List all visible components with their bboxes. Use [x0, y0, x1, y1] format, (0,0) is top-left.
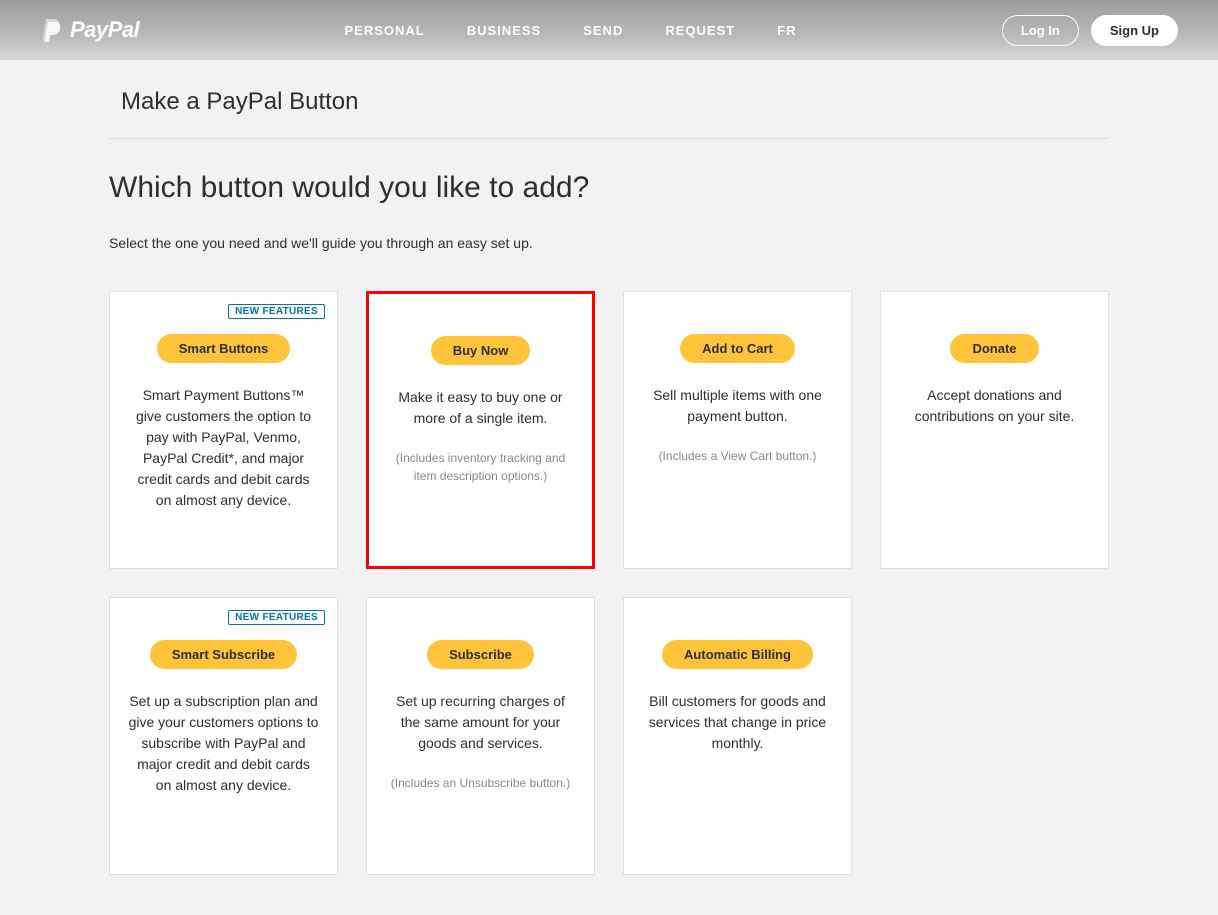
- page-subtext: Select the one you need and we'll guide …: [109, 235, 1109, 251]
- card-smart-buttons[interactable]: NEW FEATURES Smart Buttons Smart Payment…: [109, 291, 338, 569]
- card-donate[interactable]: Donate Accept donations and contribution…: [880, 291, 1109, 569]
- page-question: Which button would you like to add?: [109, 171, 1109, 205]
- new-features-badge: NEW FEATURES: [228, 304, 325, 319]
- nav-business[interactable]: BUSINESS: [467, 23, 541, 38]
- card-desc: Smart Payment Buttons™ give customers th…: [128, 385, 319, 511]
- card-desc: Accept donations and contributions on yo…: [899, 385, 1090, 427]
- nav-links: PERSONAL BUSINESS SEND REQUEST FR: [345, 23, 797, 38]
- pill-donate: Donate: [950, 334, 1038, 363]
- brand-name: PayPal: [70, 17, 139, 43]
- card-add-to-cart[interactable]: Add to Cart Sell multiple items with one…: [623, 291, 852, 569]
- brand-logo[interactable]: PayPal: [40, 17, 139, 43]
- nav-send[interactable]: SEND: [583, 23, 623, 38]
- card-desc: Set up a subscription plan and give your…: [128, 691, 319, 796]
- nav-fr[interactable]: FR: [777, 23, 796, 38]
- auth-buttons: Log In Sign Up: [1002, 15, 1178, 46]
- divider: [109, 138, 1109, 139]
- card-automatic-billing[interactable]: Automatic Billing Bill customers for goo…: [623, 597, 852, 875]
- card-note: (Includes an Unsubscribe button.): [385, 774, 576, 792]
- card-note: (Includes inventory tracking and item de…: [387, 449, 574, 485]
- pill-smart-buttons: Smart Buttons: [157, 334, 291, 363]
- button-card-grid: NEW FEATURES Smart Buttons Smart Payment…: [109, 291, 1109, 875]
- card-desc: Sell multiple items with one payment but…: [642, 385, 833, 427]
- card-smart-subscribe[interactable]: NEW FEATURES Smart Subscribe Set up a su…: [109, 597, 338, 875]
- card-desc: Make it easy to buy one or more of a sin…: [387, 387, 574, 429]
- paypal-logo-icon: [40, 17, 62, 43]
- page-title: Make a PayPal Button: [109, 60, 1109, 138]
- card-note: (Includes a View Cart button.): [642, 447, 833, 465]
- top-nav: PayPal PERSONAL BUSINESS SEND REQUEST FR…: [0, 0, 1218, 60]
- login-button[interactable]: Log In: [1002, 15, 1079, 46]
- pill-subscribe: Subscribe: [427, 640, 534, 669]
- card-buy-now[interactable]: Buy Now Make it easy to buy one or more …: [366, 291, 595, 569]
- card-desc: Set up recurring charges of the same amo…: [385, 691, 576, 754]
- pill-smart-subscribe: Smart Subscribe: [150, 640, 297, 669]
- pill-automatic-billing: Automatic Billing: [662, 640, 813, 669]
- card-subscribe[interactable]: Subscribe Set up recurring charges of th…: [366, 597, 595, 875]
- card-desc: Bill customers for goods and services th…: [642, 691, 833, 754]
- main-container: Make a PayPal Button Which button would …: [109, 60, 1109, 915]
- nav-request[interactable]: REQUEST: [665, 23, 735, 38]
- new-features-badge: NEW FEATURES: [228, 610, 325, 625]
- nav-personal[interactable]: PERSONAL: [345, 23, 425, 38]
- signup-button[interactable]: Sign Up: [1091, 15, 1178, 46]
- pill-buy-now: Buy Now: [431, 336, 531, 365]
- pill-add-to-cart: Add to Cart: [680, 334, 795, 363]
